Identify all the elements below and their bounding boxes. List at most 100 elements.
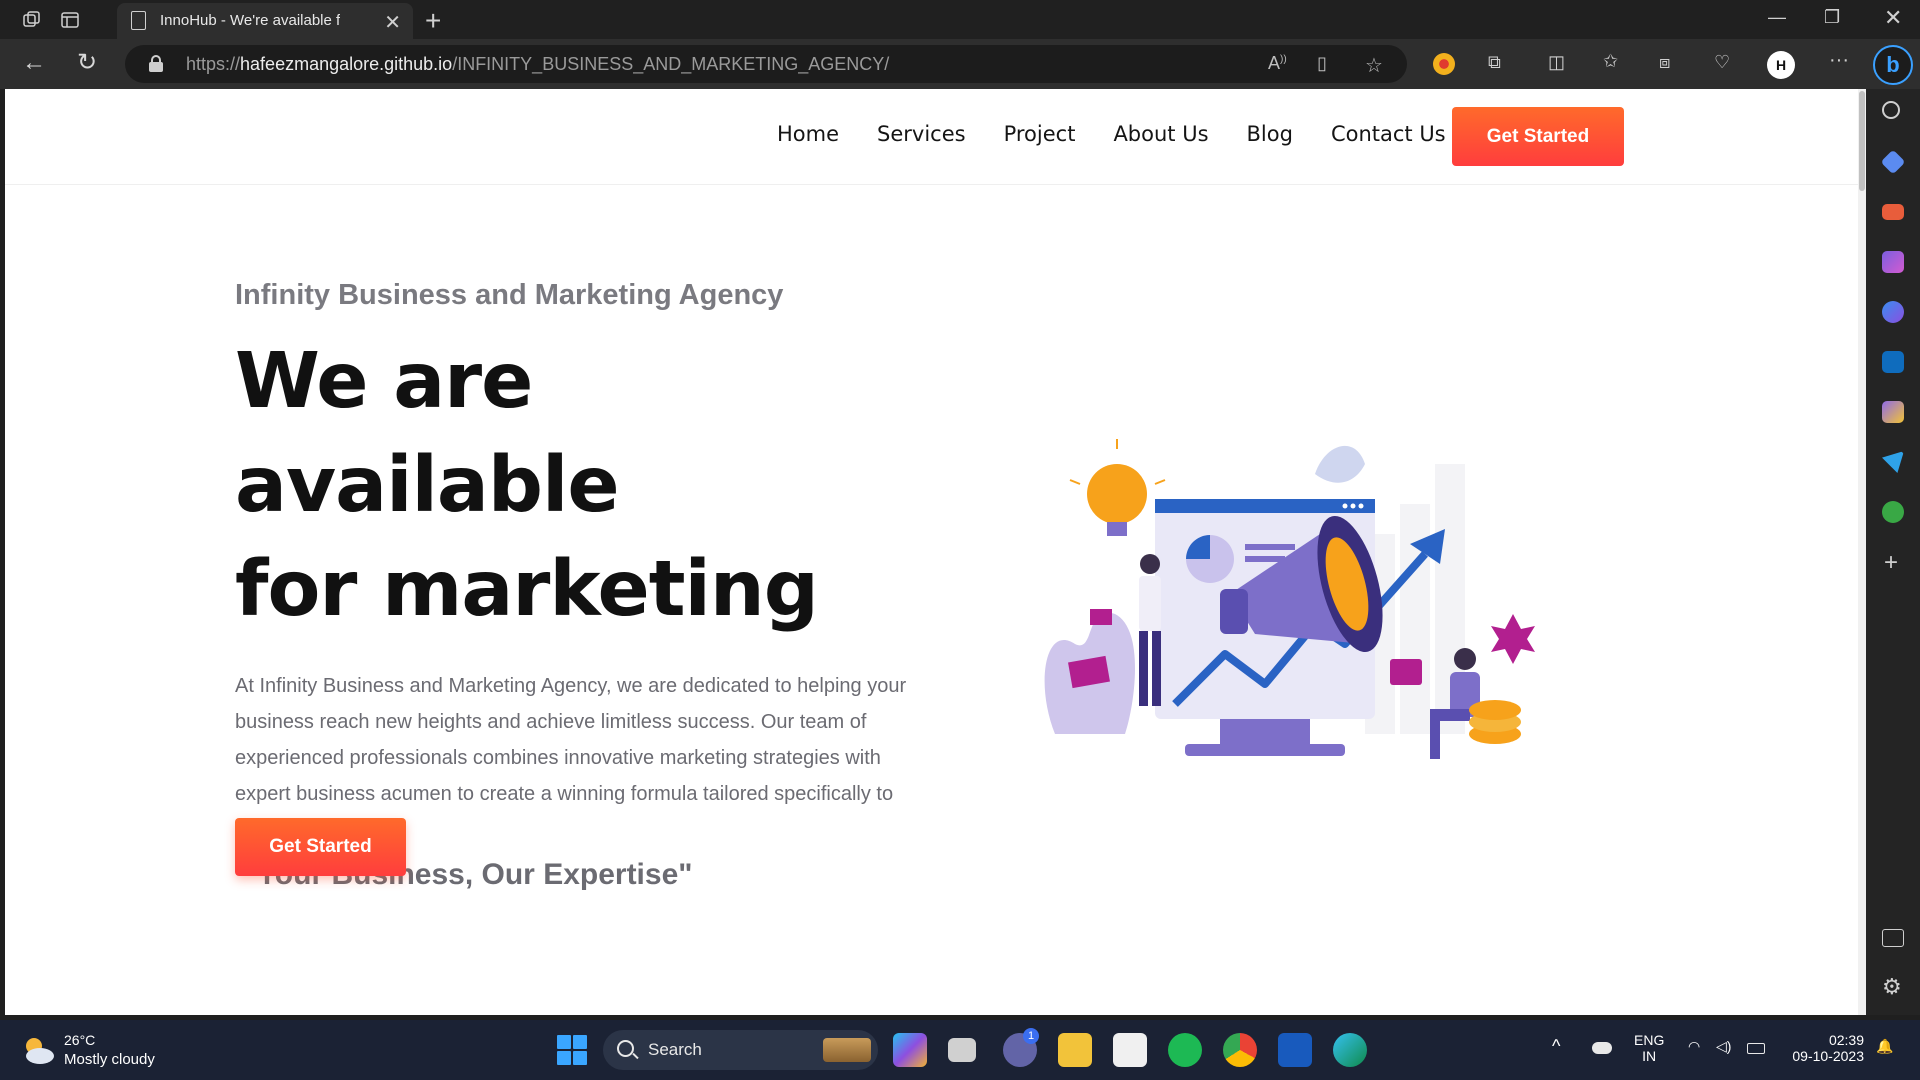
volume-icon[interactable]: ◁) — [1716, 1038, 1731, 1055]
chrome-icon[interactable] — [1223, 1033, 1257, 1067]
scrollbar-thumb[interactable] — [1859, 91, 1865, 191]
microsoft-store-icon[interactable] — [1113, 1033, 1147, 1067]
copilot-bing-button[interactable]: b — [1873, 45, 1913, 85]
tools-icon[interactable] — [1882, 204, 1904, 220]
site-header: Home Services Project About Us Blog Cont… — [5, 89, 1858, 185]
web-page: Home Services Project About Us Blog Cont… — [5, 89, 1866, 1015]
wifi-icon[interactable]: ◠ — [1688, 1038, 1700, 1055]
man-standing — [1139, 554, 1161, 706]
word-icon[interactable] — [1278, 1033, 1312, 1067]
tab-actions-icon[interactable] — [58, 8, 82, 32]
hide-sidebar-icon[interactable] — [1882, 929, 1904, 947]
favorite-star-icon[interactable]: ☆ — [1365, 53, 1383, 78]
clock-time: 02:39 — [1828, 1032, 1864, 1048]
designer-icon[interactable] — [1882, 401, 1904, 423]
nav-project[interactable]: Project — [1004, 122, 1076, 146]
browser-essentials-icon[interactable]: ♡ — [1714, 52, 1730, 73]
tab-title: InnoHub - We're available for marketing — [160, 12, 340, 29]
immersive-reader-icon[interactable]: ▯ — [1317, 53, 1327, 74]
url-host: hafeezmangalore.github.io — [240, 54, 453, 74]
refresh-button[interactable]: ↻ — [77, 51, 97, 75]
chat-notification-badge: 1 — [1023, 1028, 1039, 1044]
close-tab-icon[interactable]: ✕ — [384, 10, 401, 35]
split-screen-icon[interactable]: ◫ — [1548, 52, 1565, 73]
more-menu-icon[interactable]: ··· — [1829, 49, 1849, 72]
discount-badge-icon — [1491, 614, 1535, 664]
marketing-illustration — [1044, 439, 1535, 759]
weather-cloud-icon[interactable] — [20, 1034, 56, 1066]
favorites-icon[interactable]: ✩ — [1603, 51, 1618, 72]
copilot-icon[interactable] — [1882, 301, 1904, 323]
task-view-icon[interactable] — [948, 1038, 976, 1062]
search-highlight-image — [823, 1038, 871, 1062]
onedrive-icon[interactable] — [1592, 1042, 1612, 1054]
nav-services[interactable]: Services — [877, 122, 966, 146]
close-window-button[interactable]: ✕ — [1884, 5, 1902, 31]
clock-date: 09-10-2023 — [1792, 1048, 1864, 1064]
scrollbar-track[interactable] — [1858, 89, 1866, 1015]
collections-icon[interactable]: ⧈ — [1659, 52, 1670, 73]
url-text[interactable]: https://hafeezmangalore.github.io/INFINI… — [186, 54, 889, 75]
header-get-started-button[interactable]: Get Started — [1452, 107, 1624, 166]
profile-avatar[interactable]: H — [1767, 51, 1795, 79]
site-nav: Home Services Project About Us Blog Cont… — [777, 122, 1484, 146]
taskbar-search[interactable]: Search — [603, 1030, 878, 1070]
extension-icon[interactable] — [1433, 53, 1455, 75]
nav-about-us[interactable]: About Us — [1113, 122, 1208, 146]
telegram-icon[interactable] — [1882, 451, 1904, 473]
show-hidden-icons[interactable]: ^ — [1552, 1036, 1560, 1057]
hero-section: Infinity Business and Marketing Agency W… — [235, 279, 935, 892]
windows-taskbar: 26°C Mostly cloudy Search 1 ^ ENG IN ◠ ◁… — [0, 1020, 1920, 1080]
back-button[interactable]: ← — [22, 51, 46, 75]
new-tab-button[interactable]: + — [425, 5, 441, 37]
sidebar-settings-icon[interactable]: ⚙ — [1882, 974, 1902, 1000]
video-icon — [1090, 609, 1112, 625]
battery-icon[interactable] — [1747, 1043, 1765, 1054]
start-button[interactable] — [557, 1035, 587, 1065]
hero-headline-line1: We are available — [235, 337, 620, 530]
read-aloud-icon[interactable]: A)) — [1268, 53, 1287, 74]
minimize-button[interactable]: — — [1768, 7, 1786, 28]
active-tab[interactable]: InnoHub - We're available for marketing … — [117, 3, 413, 39]
extensions-icon[interactable]: ⧉ — [1488, 52, 1501, 73]
nav-home[interactable]: Home — [777, 122, 839, 146]
file-explorer-icon[interactable] — [1058, 1033, 1092, 1067]
search-icon[interactable] — [1882, 101, 1900, 119]
workspaces-icon[interactable] — [20, 8, 44, 32]
edge-sidebar: + ⚙ — [1866, 89, 1920, 1015]
weather-description[interactable]: Mostly cloudy — [64, 1051, 155, 1068]
language-top: ENG — [1634, 1032, 1665, 1048]
edge-icon[interactable] — [1333, 1033, 1367, 1067]
tree-icon[interactable] — [1882, 501, 1904, 523]
taskbar-search-label: Search — [648, 1040, 702, 1059]
light-bulb — [1069, 439, 1166, 536]
spotify-icon[interactable] — [1168, 1033, 1202, 1067]
games-icon[interactable] — [1882, 251, 1904, 273]
chat-app-icon[interactable]: 1 — [1003, 1028, 1039, 1067]
nav-blog[interactable]: Blog — [1247, 122, 1293, 146]
copilot-app-icon[interactable] — [893, 1033, 927, 1067]
hero-headline-line2: for marketing — [235, 545, 819, 634]
notification-bell-icon[interactable]: 🔔 — [1876, 1038, 1893, 1055]
nav-contact-us[interactable]: Contact Us — [1331, 122, 1446, 146]
like-icon — [1390, 659, 1422, 685]
outlook-icon[interactable] — [1882, 351, 1904, 373]
weather-temperature[interactable]: 26°C — [64, 1032, 95, 1048]
add-sidebar-app-icon[interactable]: + — [1884, 549, 1898, 577]
shopping-icon[interactable] — [1880, 149, 1906, 175]
leaf-shape — [1315, 445, 1365, 483]
restore-button[interactable]: ❐ — [1824, 7, 1840, 28]
page-icon — [131, 11, 146, 30]
hero-headline: We are available for marketing — [235, 330, 935, 642]
search-icon — [617, 1040, 634, 1057]
url-path: /INFINITY_BUSINESS_AND_MARKETING_AGENCY/ — [452, 54, 890, 74]
url-scheme: https:// — [186, 54, 241, 74]
clock[interactable]: 02:39 09-10-2023 — [1788, 1032, 1864, 1064]
browser-title-bar: InnoHub - We're available for marketing … — [0, 0, 1920, 39]
lock-icon[interactable] — [149, 55, 163, 72]
browser-toolbar: ← ↻ https://hafeezmangalore.github.io/IN… — [0, 39, 1920, 89]
hero-get-started-button[interactable]: Get Started — [235, 818, 406, 876]
address-bar[interactable]: https://hafeezmangalore.github.io/INFINI… — [125, 45, 1407, 83]
hero-eyebrow: Infinity Business and Marketing Agency — [235, 279, 784, 311]
language-indicator[interactable]: ENG IN — [1634, 1032, 1664, 1064]
